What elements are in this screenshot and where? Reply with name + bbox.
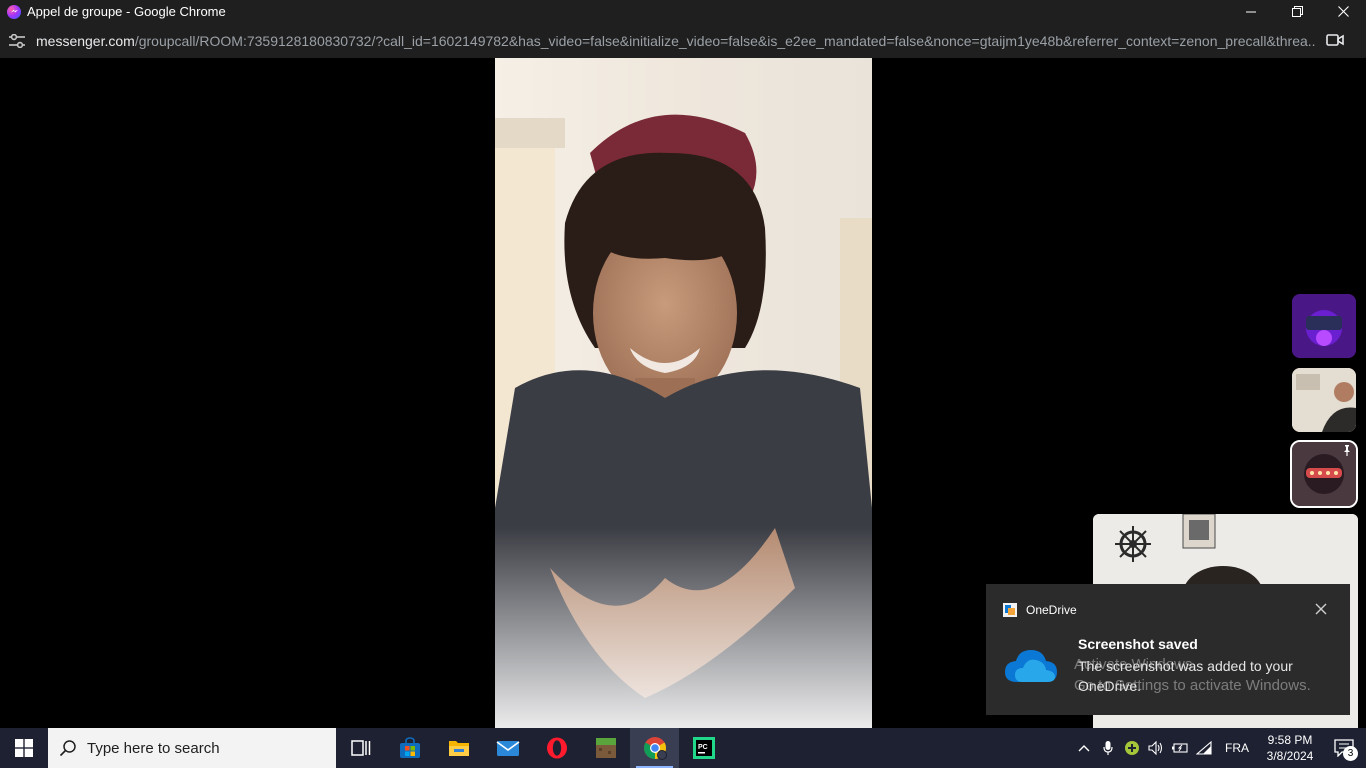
pycharm-icon: PC [692,737,715,759]
window-titlebar: Appel de groupe - Google Chrome [0,0,1366,23]
clock-time: 9:58 PM [1267,733,1313,747]
notification-count-badge: 3 [1343,746,1358,761]
toast-body: The screenshot was added to your OneDriv… [1078,658,1293,694]
taskbar-file-explorer[interactable] [434,728,483,768]
wifi-tray[interactable] [1192,728,1216,768]
chevron-up-icon [1078,745,1090,752]
taskbar-search[interactable]: Type here to search [48,728,336,768]
start-button[interactable] [0,728,48,768]
call-stage: OneDrive Activate Windows Go to Settings… [0,58,1366,728]
close-icon [1337,6,1349,17]
clock-date: 3/8/2024 [1266,749,1314,763]
participant-thumb-2[interactable] [1292,368,1356,432]
system-tray: FRA 9:58 PM 3/8/2024 3 [1072,728,1366,768]
microphone-tray[interactable] [1096,728,1120,768]
url-host: messenger.com [36,32,135,49]
close-window-button[interactable] [1320,0,1366,23]
camera-in-use-icon[interactable] [1326,32,1344,48]
taskbar-pycharm[interactable]: PC [679,728,728,768]
chrome-icon [643,737,667,760]
search-placeholder: Type here to search [87,739,220,757]
microphone-icon [1103,741,1113,755]
taskbar-chrome[interactable] [630,728,679,768]
taskbar: Type here to search PC FRA 9:58 PM 3/8/2… [0,728,1366,768]
tune-icon [9,33,25,48]
file-explorer-icon [448,741,469,756]
taskbar-opera[interactable] [532,728,581,768]
url-field[interactable]: messenger.com/groupcall/ROOM:73591281808… [36,33,1316,49]
clock[interactable]: 9:58 PM 3/8/2024 [1258,732,1322,764]
volume-tray[interactable] [1144,728,1168,768]
opera-icon [546,737,567,759]
battery-tray[interactable] [1168,728,1192,768]
speaker-icon [1148,741,1163,755]
taskbar-store[interactable] [385,728,434,768]
wifi-icon [1196,741,1212,755]
show-hidden-icons-button[interactable] [1072,728,1096,768]
messenger-icon [7,4,21,19]
minimize-icon [1246,11,1256,12]
restore-button[interactable] [1274,0,1320,23]
onedrive-app-icon [1003,603,1017,617]
toast-title: Screenshot saved [1078,636,1198,652]
close-icon[interactable] [1314,602,1328,616]
taskbar-minecraft[interactable] [581,728,630,768]
onedrive-cloud-icon [1005,650,1057,682]
windows-icon [15,739,33,757]
minimize-button[interactable] [1228,0,1274,23]
search-icon [59,740,76,757]
ship-wheel-decoration [1115,526,1151,562]
language-indicator[interactable]: FRA [1216,741,1258,755]
toast-app-name: OneDrive [1026,603,1077,617]
participant-avatar [1292,368,1356,432]
update-icon [1125,741,1139,755]
participant-avatar [1292,294,1356,358]
site-info-button[interactable] [8,32,26,50]
window-controls [1228,0,1366,23]
participant-thumb-1[interactable] [1292,294,1356,358]
task-view-icon [350,740,370,756]
onedrive-toast[interactable]: OneDrive Activate Windows Go to Settings… [986,584,1350,715]
address-bar: messenger.com/groupcall/ROOM:73591281808… [0,23,1366,58]
pin-icon[interactable] [1342,445,1352,456]
microsoft-store-icon [399,737,420,758]
action-center-button[interactable]: 3 [1322,728,1366,768]
url-path: /groupcall/ROOM:7359128180830732/?call_i… [134,32,1316,49]
main-participant-video[interactable] [495,58,872,728]
taskbar-mail[interactable] [483,728,532,768]
update-tray[interactable] [1120,728,1144,768]
svg-text:PC: PC [698,744,708,751]
restore-icon [1291,6,1303,17]
minecraft-icon [595,738,616,758]
participant-video-frame [495,58,872,728]
battery-icon [1172,743,1188,753]
mail-icon [496,741,519,756]
window-title: Appel de groupe - Google Chrome [27,4,226,19]
participant-thumb-3[interactable] [1290,440,1358,508]
task-view-button[interactable] [336,728,385,768]
